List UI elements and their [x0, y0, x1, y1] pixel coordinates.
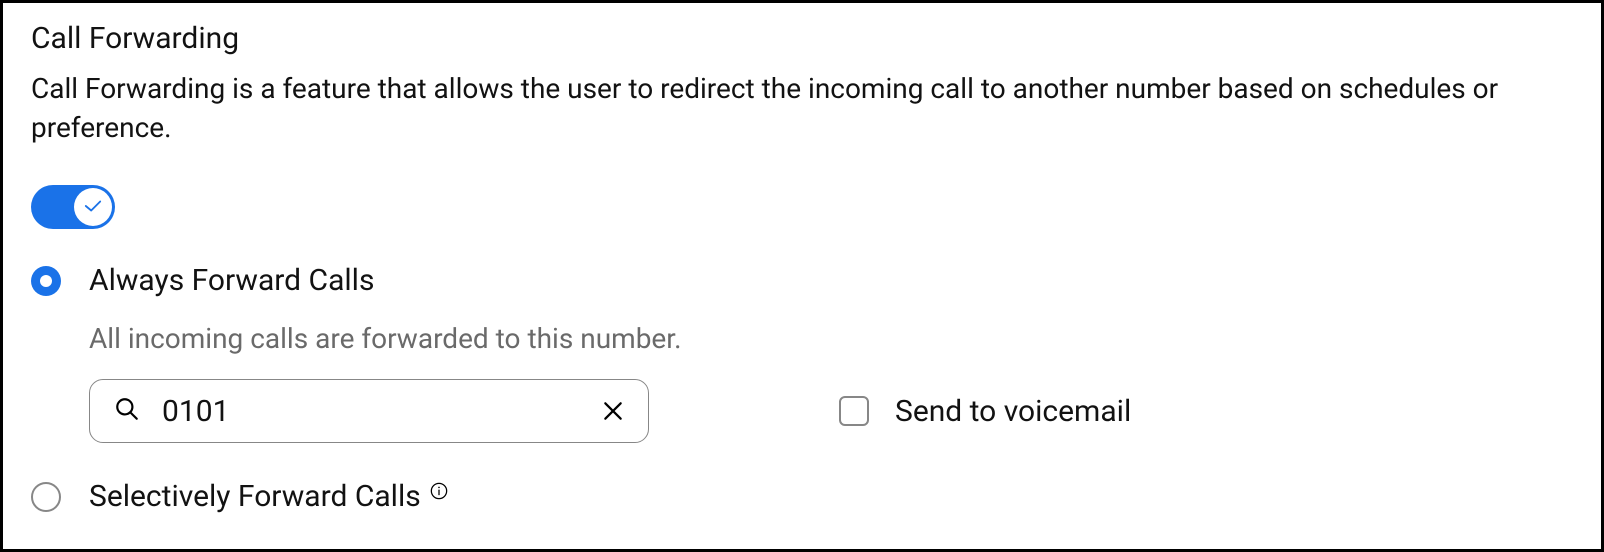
- search-icon: [114, 396, 140, 426]
- always-settings: All incoming calls are forwarded to this…: [89, 322, 1573, 443]
- voicemail-label: Send to voicemail: [895, 394, 1131, 429]
- option-selective-row: Selectively Forward Calls: [31, 479, 1573, 514]
- radio-selective[interactable]: [31, 482, 61, 512]
- clear-input-button[interactable]: [602, 400, 624, 422]
- radio-selective-label: Selectively Forward Calls: [89, 479, 448, 514]
- forward-number-field[interactable]: [89, 379, 649, 443]
- always-controls-row: Send to voicemail: [89, 379, 1573, 443]
- voicemail-option: Send to voicemail: [839, 394, 1131, 429]
- info-icon[interactable]: [430, 480, 448, 499]
- voicemail-checkbox[interactable]: [839, 396, 869, 426]
- radio-always[interactable]: [31, 266, 61, 296]
- option-always-row: Always Forward Calls: [31, 263, 1573, 298]
- panel-title: Call Forwarding: [31, 21, 1573, 56]
- radio-always-label: Always Forward Calls: [89, 263, 374, 298]
- radio-selective-text: Selectively Forward Calls: [89, 479, 421, 514]
- toggle-knob: [74, 188, 112, 226]
- panel-description: Call Forwarding is a feature that allows…: [31, 70, 1573, 147]
- forward-number-input[interactable]: [162, 394, 580, 429]
- enable-toggle[interactable]: [31, 185, 115, 229]
- close-icon: [602, 407, 624, 426]
- always-description: All incoming calls are forwarded to this…: [89, 322, 1573, 355]
- call-forwarding-panel: Call Forwarding Call Forwarding is a fea…: [0, 0, 1604, 552]
- check-icon: [84, 198, 102, 217]
